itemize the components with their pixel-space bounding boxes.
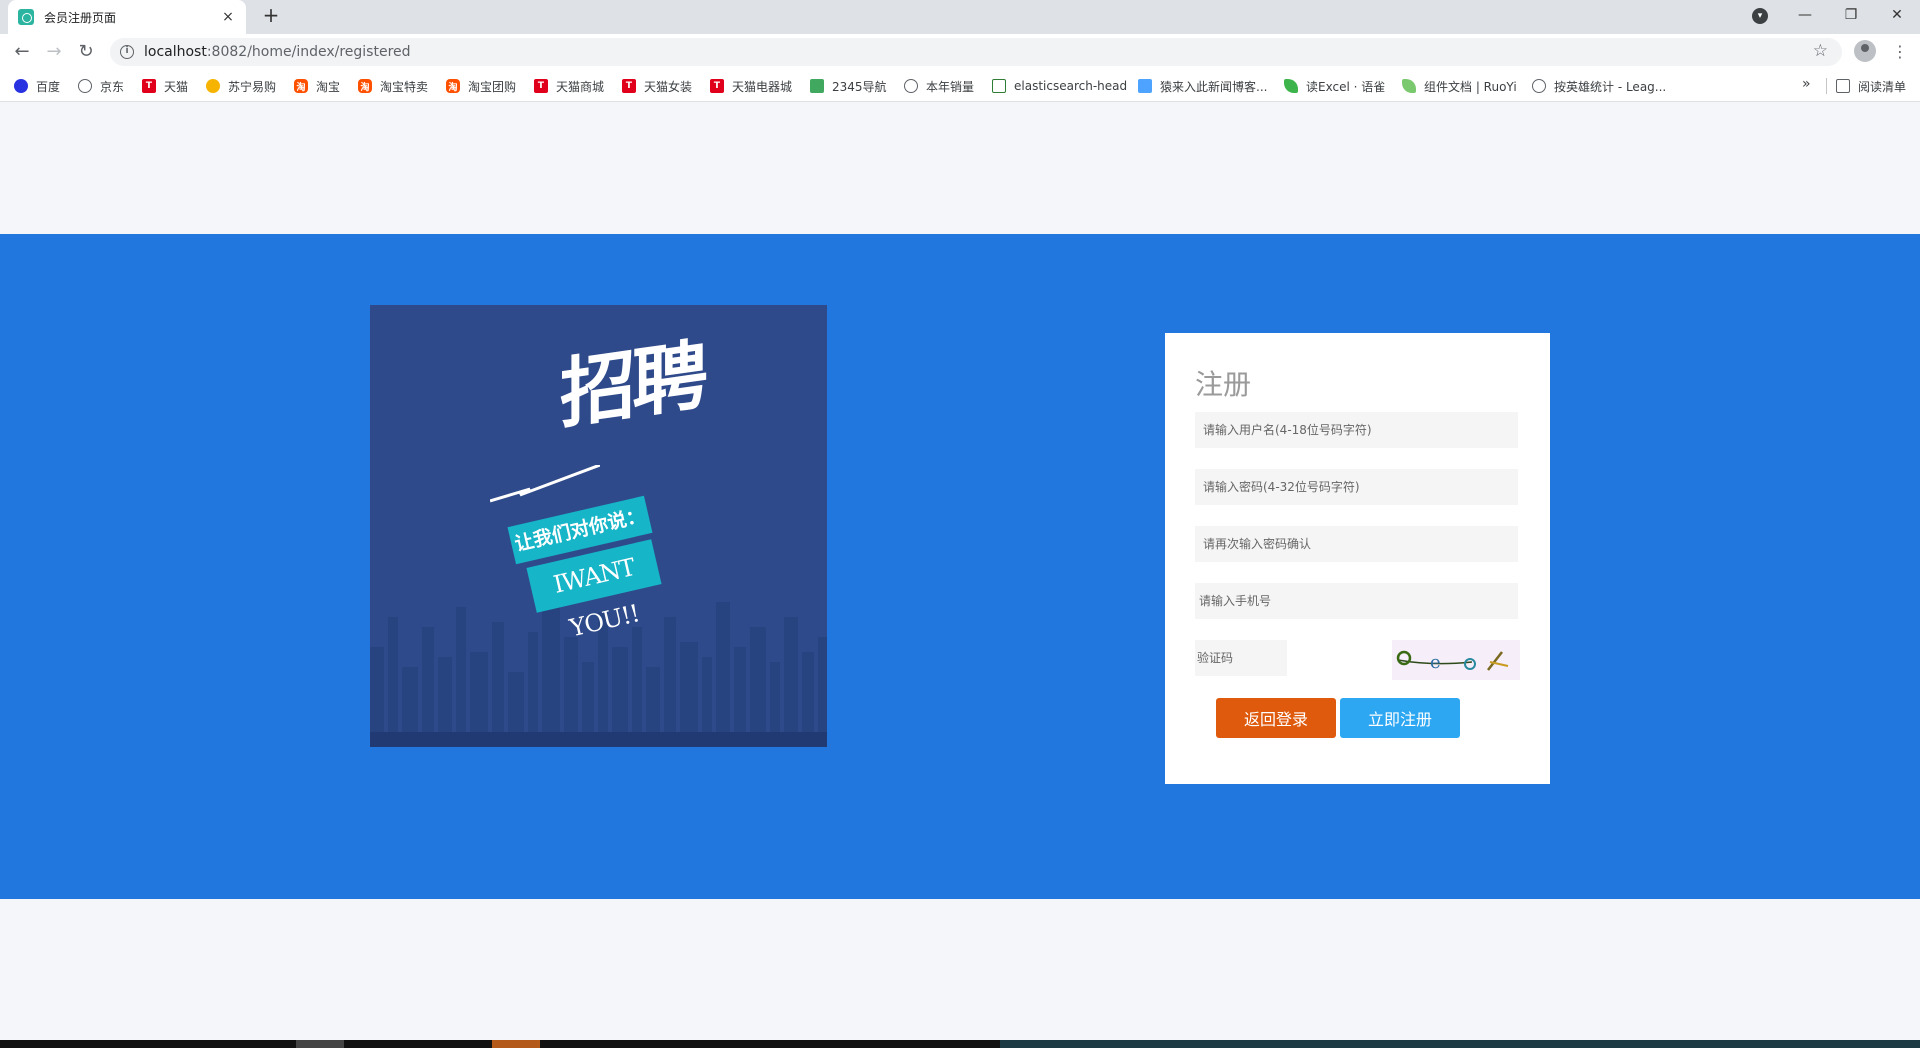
site-favicon-icon	[18, 9, 34, 25]
bookmark-item[interactable]: elasticsearch-head	[992, 77, 1127, 95]
taobao-icon: 淘	[358, 79, 372, 93]
yuque-icon	[1284, 79, 1298, 93]
bookmark-item[interactable]: 按英雄统计 - Leag...	[1532, 77, 1666, 95]
browser-tab-bar: 会员注册页面 × + ▾ — ❐ ✕	[0, 0, 1920, 34]
baidu-icon	[14, 79, 28, 93]
bookmark-item[interactable]: 本年销量	[904, 77, 974, 95]
phone-input[interactable]	[1195, 583, 1518, 619]
address-bar[interactable]: i localhost:8082/home/index/registered ☆	[110, 38, 1842, 66]
bookmark-star-icon[interactable]: ☆	[1813, 41, 1828, 61]
tmall-icon: T	[534, 79, 548, 93]
taskbar-item[interactable]	[296, 1040, 344, 1048]
hero-band	[0, 234, 1920, 899]
ape-icon	[1138, 79, 1152, 93]
site-info-icon[interactable]: i	[120, 45, 134, 59]
bookmarks-overflow-icon[interactable]: »	[1802, 76, 1811, 92]
register-button[interactable]: 立即注册	[1340, 698, 1460, 738]
taobao-icon: 淘	[294, 79, 308, 93]
address-toolbar: ← → ↻ i localhost:8082/home/index/regist…	[0, 34, 1920, 70]
reading-list-button[interactable]: 阅读清单	[1836, 77, 1906, 95]
ruoyi-icon	[1402, 79, 1416, 93]
bookmark-item[interactable]: 组件文档 | RuoYi	[1402, 77, 1517, 95]
browser-tab[interactable]: 会员注册页面 ×	[8, 0, 246, 34]
registration-card: 注册 e 返回登录 立即注册	[1165, 333, 1550, 784]
bookmark-item[interactable]: 淘淘宝团购	[446, 77, 516, 95]
recruitment-poster: 招聘 让我们对你说： IWANT YOU!!	[370, 305, 827, 747]
bookmark-item[interactable]: 淘淘宝特卖	[358, 77, 428, 95]
bookmark-item[interactable]: 2345导航	[810, 77, 887, 95]
close-window-button[interactable]: ✕	[1874, 0, 1920, 30]
new-tab-button[interactable]: +	[260, 5, 282, 27]
back-to-login-button[interactable]: 返回登录	[1216, 698, 1336, 738]
bookmark-item[interactable]: 苏宁易购	[206, 77, 276, 95]
forward-arrow-icon[interactable]: →	[42, 40, 66, 64]
password-input[interactable]	[1195, 469, 1518, 505]
username-input[interactable]	[1195, 412, 1518, 448]
tab-close-icon[interactable]: ×	[220, 9, 236, 25]
tmall-icon: T	[142, 79, 156, 93]
tmall-icon: T	[710, 79, 724, 93]
poster-title: 招聘	[560, 329, 704, 440]
bookmark-item[interactable]: 读Excel · 语雀	[1284, 77, 1385, 95]
bookmarks-divider	[1826, 78, 1827, 94]
taobao-icon: 淘	[446, 79, 460, 93]
reading-list-icon	[1836, 79, 1850, 93]
bookmarks-bar: 百度 京东 T 天猫 苏宁易购 淘淘宝 淘淘宝特卖 淘淘宝团购 T 天猫商城 T 天猫…	[0, 70, 1920, 102]
2345-icon	[810, 79, 824, 93]
suning-icon	[206, 79, 220, 93]
es-icon	[992, 79, 1006, 93]
bookmark-item[interactable]: 百度	[14, 77, 60, 95]
bookmark-item[interactable]: 京东	[78, 77, 124, 95]
restore-button[interactable]: ❐	[1828, 0, 1874, 30]
globe-icon	[904, 79, 918, 93]
taskbar-wallpaper-strip	[1000, 1040, 1920, 1048]
reload-icon[interactable]: ↻	[74, 40, 98, 64]
captcha-image[interactable]: e	[1392, 640, 1520, 680]
bookmark-item[interactable]: T 天猫商城	[534, 77, 604, 95]
tmall-icon: T	[622, 79, 636, 93]
back-arrow-icon[interactable]: ←	[10, 40, 34, 64]
minimize-button[interactable]: —	[1782, 0, 1828, 30]
bookmark-item[interactable]: T 天猫女装	[622, 77, 692, 95]
globe-icon	[78, 79, 92, 93]
lightning-bolt-icon	[490, 465, 600, 503]
captcha-input[interactable]	[1195, 640, 1287, 676]
svg-text:e: e	[1430, 652, 1441, 673]
globe-icon	[1532, 79, 1546, 93]
tab-title: 会员注册页面	[44, 10, 117, 25]
bookmark-item[interactable]: 淘淘宝	[294, 77, 340, 95]
profile-avatar-icon[interactable]	[1854, 40, 1876, 62]
taskbar-item[interactable]	[492, 1040, 540, 1048]
tab-search-icon[interactable]: ▾	[1752, 8, 1768, 24]
bookmark-item[interactable]: T 天猫电器城	[710, 77, 792, 95]
bookmark-item[interactable]: 猿来入此新闻博客...	[1138, 77, 1267, 95]
url-text: localhost:8082/home/index/registered	[144, 44, 411, 60]
menu-kebab-icon[interactable]: ⋮	[1890, 40, 1910, 64]
bookmark-item[interactable]: T 天猫	[142, 77, 188, 95]
confirm-password-input[interactable]	[1195, 526, 1518, 562]
form-title: 注册	[1195, 368, 1252, 401]
